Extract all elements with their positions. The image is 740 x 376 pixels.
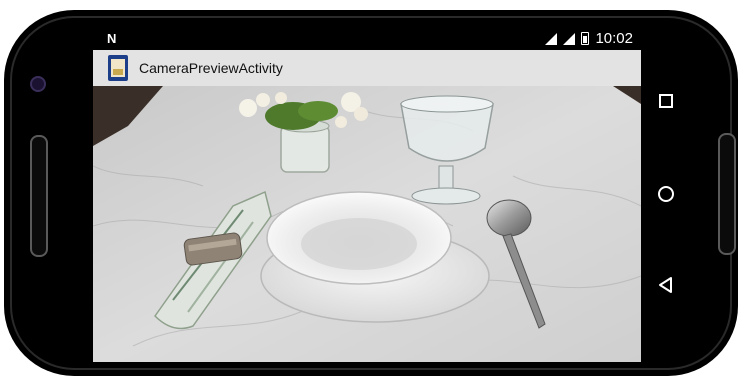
navigation-bar — [641, 28, 691, 362]
notification-n-icon: N — [107, 31, 117, 46]
back-triangle-icon — [659, 277, 672, 293]
app-icon[interactable] — [108, 55, 128, 81]
status-icons: 10:02 — [545, 30, 633, 47]
recents-button[interactable] — [649, 84, 683, 118]
screen: N 10:02 CameraPreviewActivity — [93, 28, 641, 362]
side-button-right — [718, 133, 736, 255]
home-circle-icon — [658, 186, 674, 202]
app-bar: CameraPreviewActivity — [93, 50, 641, 86]
side-button-left — [30, 135, 48, 257]
battery-icon — [581, 32, 590, 45]
signal-icon — [545, 32, 558, 45]
camera-preview[interactable] — [93, 86, 641, 362]
back-button[interactable] — [649, 268, 683, 302]
app-title: CameraPreviewActivity — [139, 60, 283, 76]
status-time: 10:02 — [595, 30, 633, 47]
recents-square-icon — [659, 94, 673, 108]
home-button[interactable] — [649, 177, 683, 211]
status-bar: N 10:02 — [93, 28, 641, 50]
signal-icon — [563, 32, 576, 45]
front-camera — [30, 76, 46, 92]
camera-preview-image — [93, 86, 641, 362]
